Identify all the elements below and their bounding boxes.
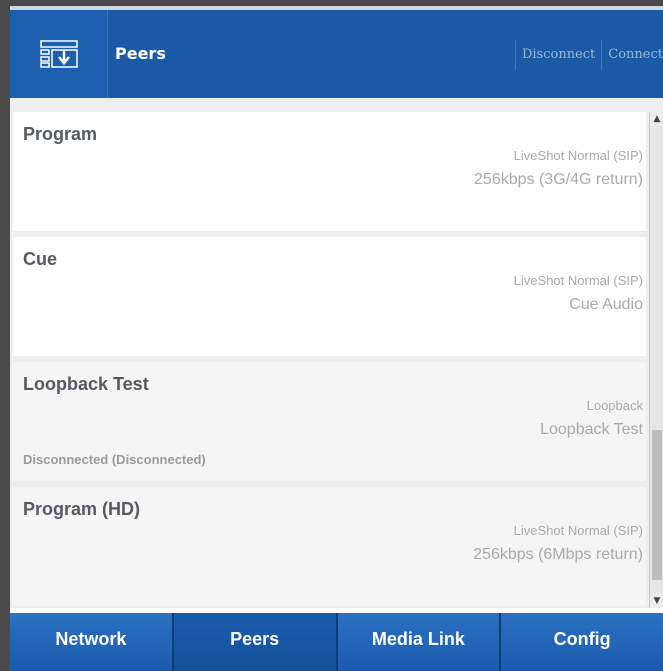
peer-name: Cue [23, 249, 58, 269]
peer-name: Program (HD) [23, 499, 141, 519]
peer-profile: Loopback [586, 398, 643, 413]
peer-profile: LiveShot Normal (SIP) [513, 523, 643, 538]
peer-profile: LiveShot Normal (SIP) [513, 148, 643, 163]
peer-name: Program [23, 124, 98, 144]
bottom-nav: Network Peers Media Link Config [10, 613, 663, 671]
page-title: Peers [115, 44, 166, 63]
peer-item-cue[interactable]: Cue LiveShot Normal (SIP) Cue Audio [13, 237, 646, 356]
tab-peers[interactable]: Peers [173, 613, 338, 671]
app-header: Peers Disconnect Connect [10, 10, 663, 98]
tab-config[interactable]: Config [501, 613, 663, 671]
download-list-icon [39, 40, 78, 68]
scroll-up-arrow-icon[interactable]: ▲ [650, 112, 663, 126]
peer-detail: 256kbps (6Mbps return) [473, 546, 643, 563]
peer-item-program[interactable]: Program LiveShot Normal (SIP) 256kbps (3… [13, 112, 646, 231]
tab-media-link[interactable]: Media Link [337, 613, 502, 671]
header-actions: Disconnect Connect [514, 40, 663, 70]
connect-button[interactable]: Connect [601, 40, 663, 70]
peer-detail: Cue Audio [569, 296, 643, 313]
peer-profile: LiveShot Normal (SIP) [513, 273, 643, 288]
disconnect-button[interactable]: Disconnect [514, 40, 601, 70]
peer-list[interactable]: Program LiveShot Normal (SIP) 256kbps (3… [10, 98, 663, 608]
tab-network[interactable]: Network [10, 613, 174, 671]
app-logo[interactable] [10, 10, 108, 98]
scroll-down-arrow-icon[interactable]: ▼ [650, 594, 663, 608]
peer-name: Loopback Test [23, 374, 149, 394]
peer-detail: Loopback Test [540, 421, 643, 438]
peer-status: Disconnected (Disconnected) [23, 452, 206, 467]
peer-item-program-hd[interactable]: Program (HD) LiveShot Normal (SIP) 256kb… [13, 487, 646, 606]
peer-item-loopback-test[interactable]: Loopback Test Loopback Loopback Test Dis… [13, 362, 646, 481]
scroll-thumb[interactable] [652, 430, 662, 580]
window-frame-left [0, 0, 10, 671]
vertical-scrollbar[interactable]: ▲ ▼ [649, 112, 663, 608]
peer-detail: 256kbps (3G/4G return) [474, 171, 643, 188]
